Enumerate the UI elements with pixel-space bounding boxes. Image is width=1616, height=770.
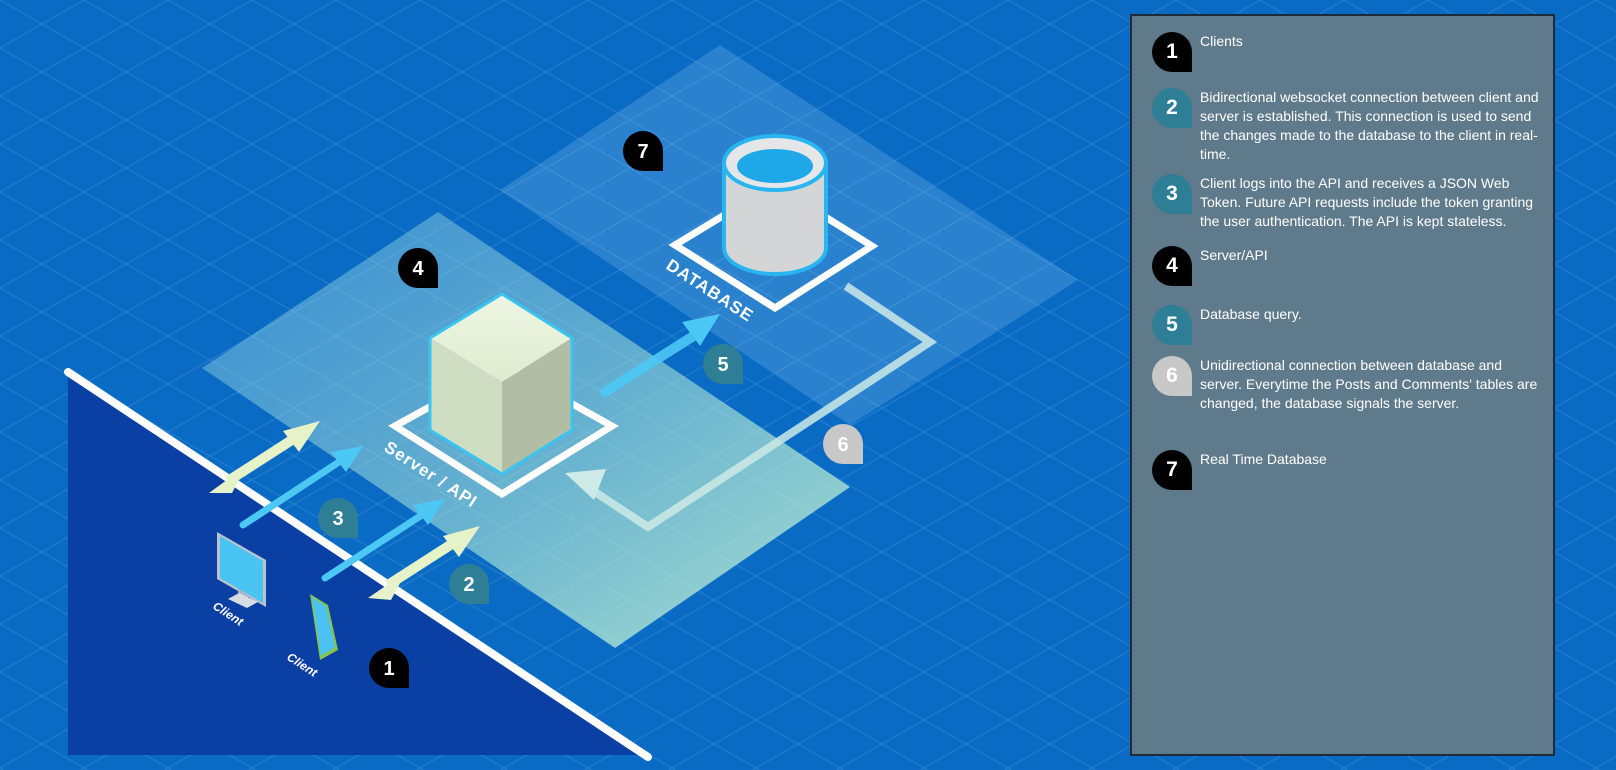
legend-badge-1: 1 [1152, 32, 1192, 72]
svg-text:3: 3 [332, 508, 343, 530]
legend-badge-3: 3 [1152, 174, 1192, 214]
svg-text:2: 2 [463, 574, 474, 596]
legend-text-3: Client logs into the API and receives a … [1200, 175, 1534, 229]
badge-7: 7 [623, 131, 663, 171]
legend-panel: 1 Clients 2 Bidirectional websocket conn… [1130, 14, 1555, 756]
legend-text-4: Server/API [1200, 247, 1268, 263]
legend-text-7: Real Time Database [1200, 451, 1327, 467]
legend-text-2: Bidirectional websocket connection betwe… [1200, 89, 1539, 162]
legend-badge-5: 5 [1152, 305, 1192, 345]
svg-text:1: 1 [383, 658, 394, 680]
badge-6: 6 [823, 424, 863, 464]
svg-text:7: 7 [637, 141, 648, 163]
svg-text:4: 4 [412, 258, 424, 280]
legend-text-1: Clients [1200, 33, 1243, 49]
legend-badge-2: 2 [1152, 88, 1192, 128]
badge-1: 1 [369, 648, 409, 688]
legend-text-6: Unidirectional connection between databa… [1200, 357, 1538, 411]
badge-2: 2 [449, 564, 489, 604]
database-cylinder [722, 134, 828, 276]
badge-4: 4 [398, 248, 438, 288]
legend-badge-7: 7 [1152, 450, 1192, 490]
badge-3: 3 [318, 497, 358, 538]
legend-badge-4: 4 [1152, 246, 1192, 286]
legend-badge-6: 6 [1152, 356, 1192, 396]
badge-5: 5 [703, 344, 743, 384]
legend-text-5: Database query. [1200, 306, 1302, 322]
svg-text:5: 5 [717, 354, 728, 376]
svg-text:6: 6 [837, 434, 848, 456]
